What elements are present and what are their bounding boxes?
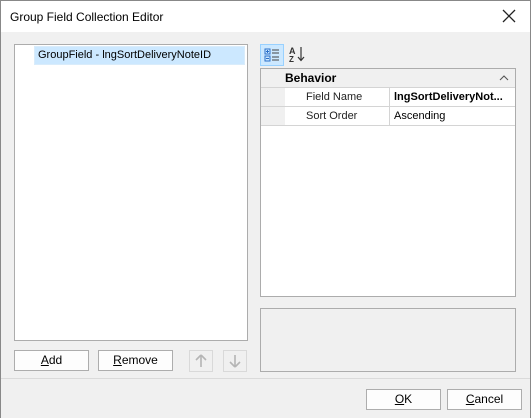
ok-label-rest: K <box>404 392 413 406</box>
ok-mnemonic: O <box>394 392 405 406</box>
add-button[interactable]: Add <box>14 350 89 371</box>
svg-text:Z: Z <box>289 55 294 64</box>
category-row-behavior[interactable]: Behavior <box>261 69 515 88</box>
list-item-label: GroupField - lngSortDeliveryNoteID <box>38 49 212 61</box>
alphabetical-sort-icon: A Z <box>289 46 305 64</box>
dialog-footer: OK Cancel <box>1 378 530 418</box>
property-grid[interactable]: Behavior Field Name lngSortDeliveryNot..… <box>260 68 516 297</box>
arrow-up-icon <box>195 354 207 367</box>
cancel-button[interactable]: Cancel <box>447 389 522 410</box>
categorized-icon <box>264 48 279 62</box>
categorized-button[interactable] <box>260 44 284 66</box>
close-icon[interactable] <box>500 7 518 25</box>
move-down-button[interactable] <box>223 350 247 372</box>
description-panel <box>260 308 516 372</box>
remove-button[interactable]: Remove <box>98 350 173 371</box>
row-gutter <box>261 88 285 106</box>
window-title: Group Field Collection Editor <box>10 10 164 24</box>
add-mnemonic: A <box>40 353 49 367</box>
property-value: lngSortDeliveryNot... <box>394 91 503 103</box>
category-label: Behavior <box>285 71 337 85</box>
move-up-button[interactable] <box>189 350 213 372</box>
collection-editor-dialog: Group Field Collection Editor GroupField… <box>0 0 531 418</box>
property-value-cell[interactable]: lngSortDeliveryNot... <box>389 88 515 106</box>
remove-label-rest: emove <box>121 353 158 367</box>
remove-mnemonic: R <box>113 353 122 367</box>
cancel-label-rest: ancel <box>474 392 504 406</box>
property-name: Sort Order <box>306 110 358 122</box>
row-gutter <box>261 107 285 125</box>
list-item[interactable]: GroupField - lngSortDeliveryNoteID <box>34 46 245 65</box>
property-value-cell[interactable]: Ascending <box>389 107 515 125</box>
property-row-field-name[interactable]: Field Name lngSortDeliveryNot... <box>261 88 515 107</box>
arrow-down-icon <box>229 355 241 368</box>
add-label-rest: dd <box>48 353 63 367</box>
property-name: Field Name <box>306 91 363 103</box>
property-row-sort-order[interactable]: Sort Order Ascending <box>261 107 515 126</box>
property-value: Ascending <box>394 110 446 122</box>
title-bar: Group Field Collection Editor <box>1 1 530 32</box>
members-list[interactable]: GroupField - lngSortDeliveryNoteID <box>14 44 248 341</box>
chevron-up-icon[interactable] <box>499 74 509 82</box>
ok-button[interactable]: OK <box>366 389 441 410</box>
alphabetical-button[interactable]: A Z <box>286 44 310 66</box>
